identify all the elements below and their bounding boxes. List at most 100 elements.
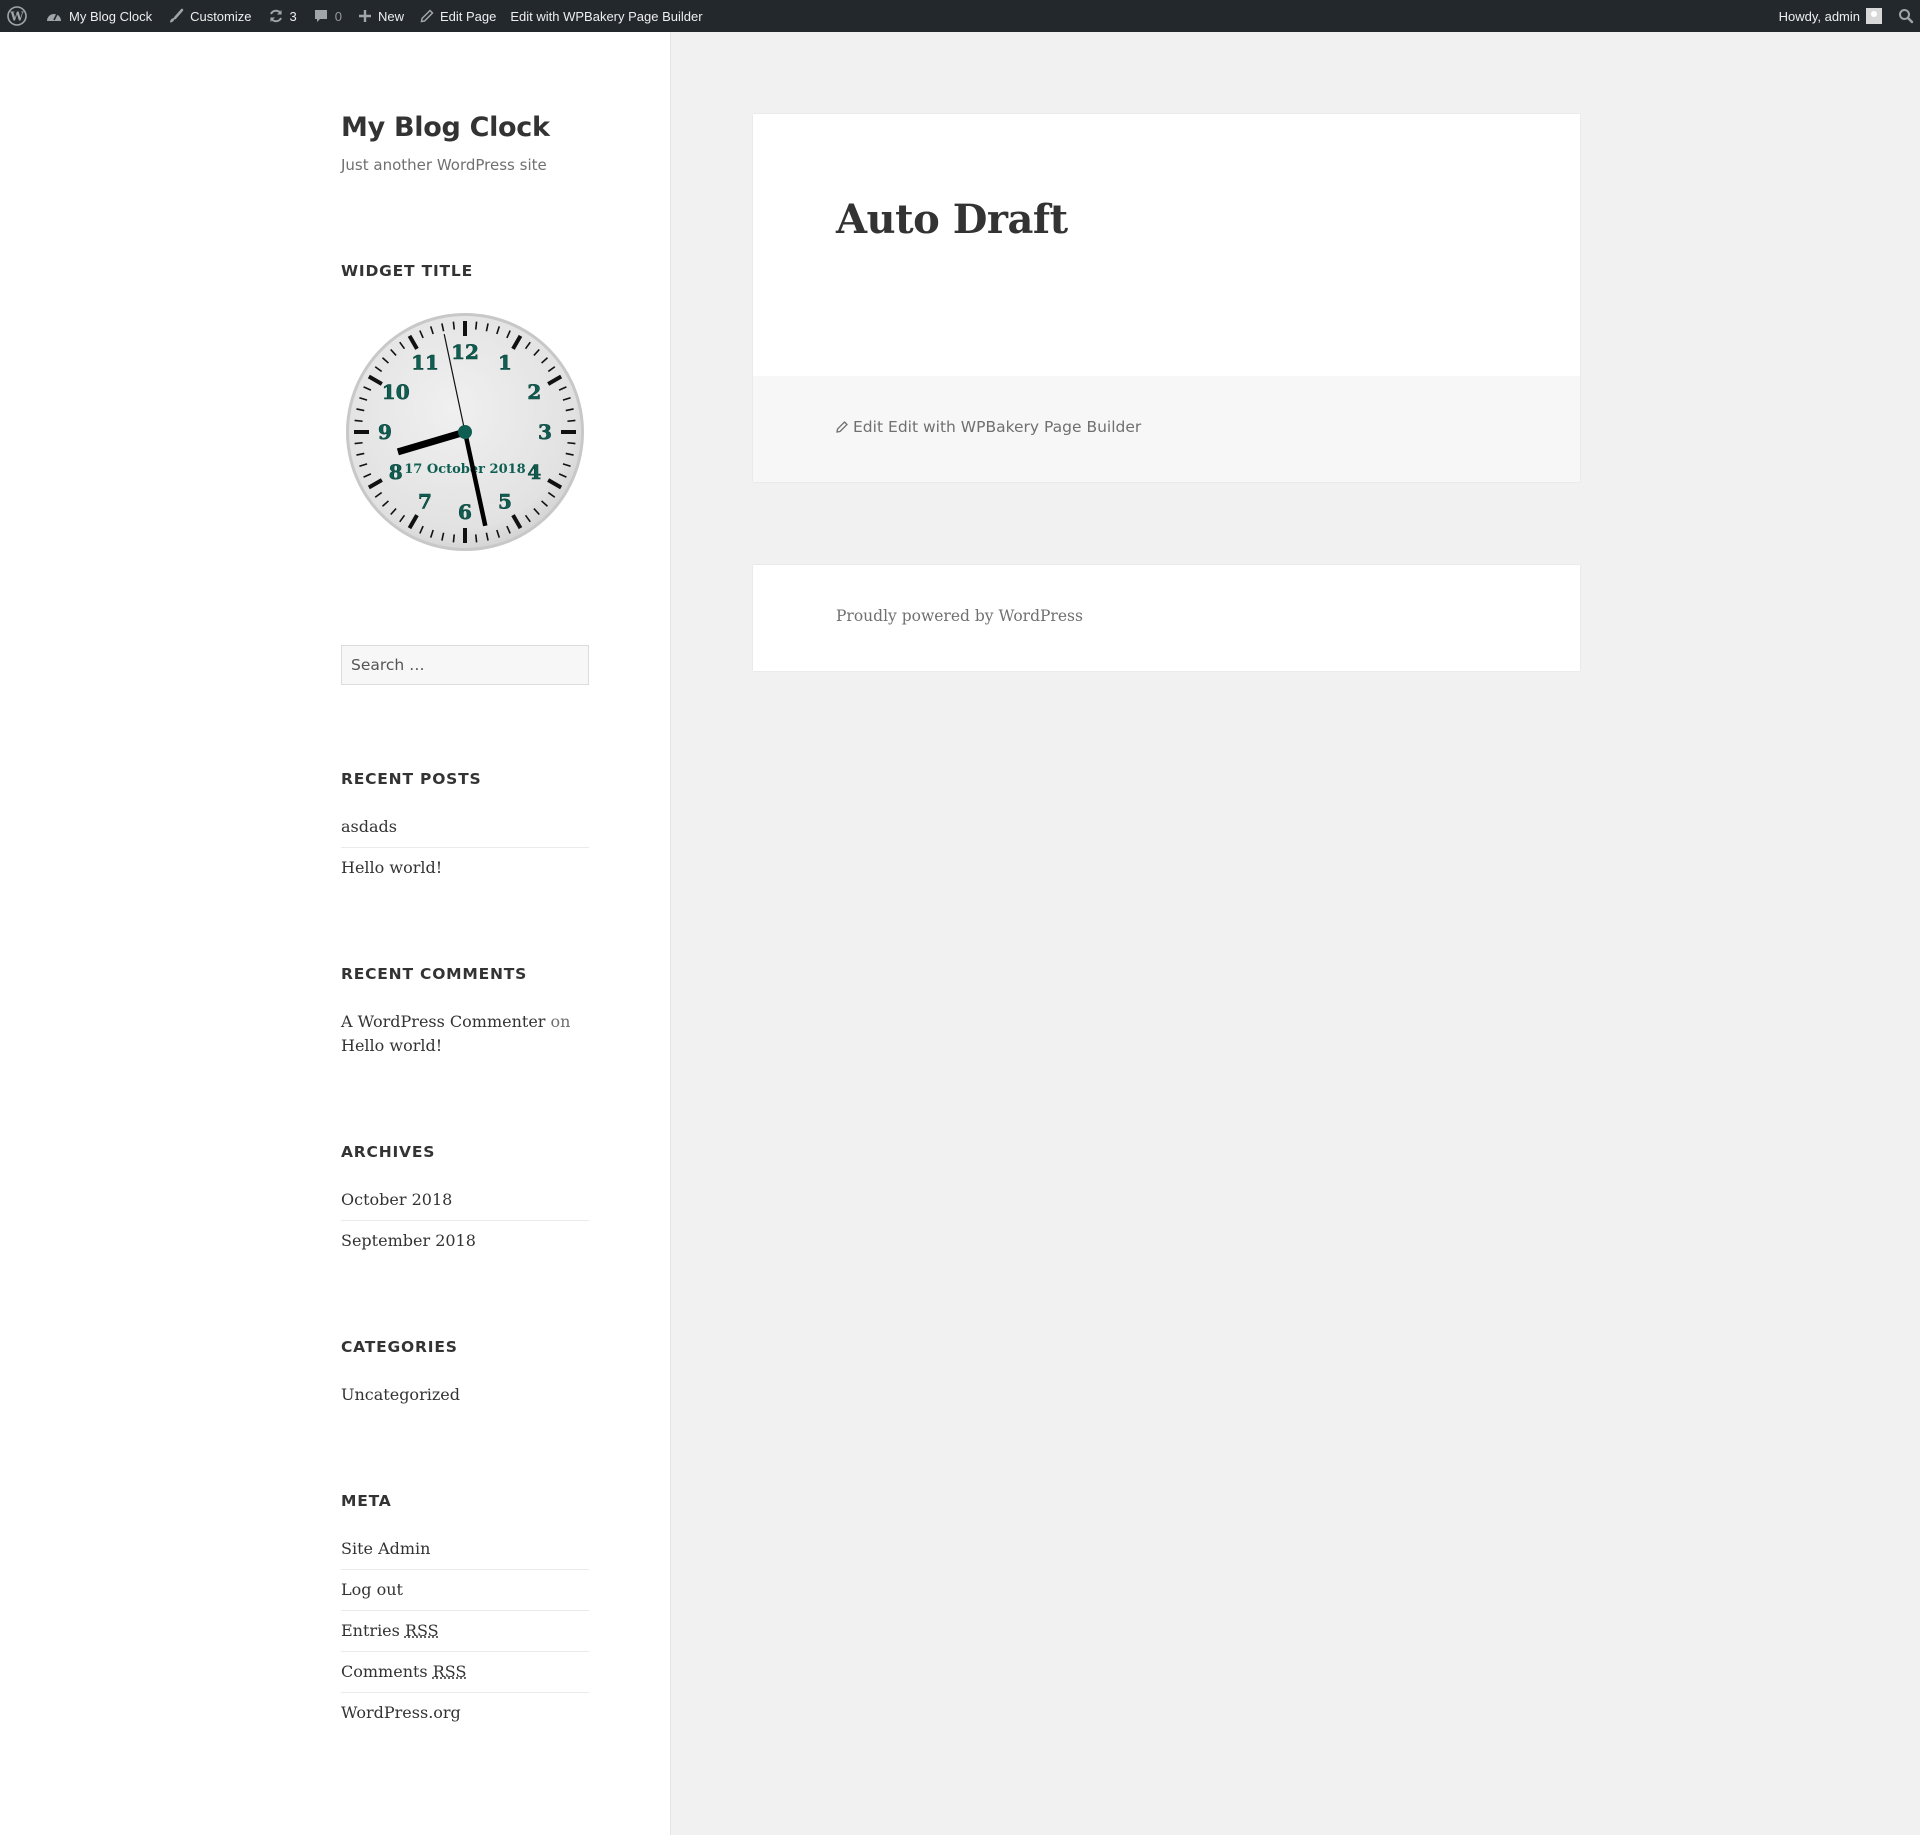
list-item: October 2018	[341, 1180, 589, 1220]
customize-link[interactable]: Customize	[160, 0, 259, 32]
clock-numeral: 7	[418, 489, 432, 513]
search-input[interactable]	[341, 645, 589, 685]
comments-rss-link[interactable]: Comments RSS	[341, 1662, 466, 1681]
new-label: New	[377, 8, 404, 24]
howdy-label: Howdy, admin	[1778, 8, 1860, 24]
comment-on-label: on	[550, 1012, 571, 1031]
paintbrush-icon	[168, 8, 184, 24]
archives-title: Archives	[341, 1143, 436, 1161]
comment-post-link[interactable]: Hello world!	[341, 1036, 442, 1055]
clock-numeral: 5	[498, 489, 512, 513]
category-link[interactable]: Uncategorized	[341, 1385, 460, 1404]
edit-page-link[interactable]: Edit Page	[412, 0, 504, 32]
list-item: Uncategorized	[341, 1375, 589, 1415]
rss-abbr: RSS	[404, 1621, 439, 1640]
site-description: Just another WordPress site	[341, 156, 547, 174]
clock-minute-tick	[354, 419, 363, 423]
clock-minute-tick	[567, 441, 576, 445]
comments-label: Comments	[341, 1662, 428, 1681]
admin-bar: W My Blog Clock Customize 3 0 New Edit P…	[0, 0, 1920, 32]
edit-link[interactable]: Edit	[853, 418, 883, 436]
meta-title: Meta	[341, 1492, 392, 1510]
wordpress-logo-menu[interactable]: W	[0, 0, 37, 32]
list-item: Hello world!	[341, 847, 589, 888]
clock-minute-tick	[354, 441, 363, 445]
clock-numeral: 12	[451, 340, 479, 364]
clock-numeral: 8	[389, 460, 403, 484]
clock-numeral: 4	[527, 460, 541, 484]
rss-abbr: RSS	[432, 1662, 467, 1681]
clock-center-cap	[458, 425, 472, 439]
site-footer: Proudly powered by WordPress	[753, 565, 1580, 671]
list-item: Site Admin	[341, 1529, 589, 1569]
meta-list: Site Admin Log out Entries RSS Comments …	[341, 1529, 589, 1733]
updates-link[interactable]: 3	[260, 0, 305, 32]
clock-widget-title: Widget Title	[341, 262, 473, 280]
edit-page-label: Edit Page	[439, 8, 497, 24]
comments-link[interactable]: 0	[305, 0, 350, 32]
avatar	[1866, 8, 1882, 24]
comment-bubble-icon	[313, 8, 329, 24]
entry-title: Auto Draft	[836, 196, 1068, 243]
clock-minute-tick	[452, 321, 456, 330]
list-item: asdads	[341, 807, 589, 847]
clock-minute-tick	[452, 534, 456, 543]
list-item: Comments RSS	[341, 1651, 589, 1692]
recent-post-link[interactable]: asdads	[341, 817, 397, 836]
clock-minute-tick	[474, 534, 478, 543]
list-item: Entries RSS	[341, 1610, 589, 1651]
recent-comments-title: Recent Comments	[341, 965, 528, 983]
clock-minute-tick	[474, 321, 478, 330]
clock-numeral: 11	[411, 351, 439, 375]
adminbar-search[interactable]	[1888, 0, 1920, 32]
dashboard-icon	[45, 8, 63, 24]
customize-label: Customize	[190, 8, 252, 24]
edit-links: Edit Edit with WPBakery Page Builder	[836, 418, 1141, 436]
search-icon	[1898, 8, 1914, 24]
plus-icon	[358, 9, 372, 23]
comments-count: 0	[334, 8, 342, 24]
log-out-link[interactable]: Log out	[341, 1580, 403, 1599]
archives-list: October 2018 September 2018	[341, 1180, 589, 1261]
sidebar: My Blog Clock Just another WordPress sit…	[0, 32, 671, 1835]
site-title[interactable]: My Blog Clock	[341, 112, 550, 143]
list-item: September 2018	[341, 1220, 589, 1261]
svg-text:W: W	[9, 10, 24, 24]
categories-title: Categories	[341, 1338, 458, 1356]
list-item: WordPress.org	[341, 1692, 589, 1733]
new-content-menu[interactable]: New	[350, 0, 412, 32]
wpbakery-edit-link[interactable]: Edit with WPBakery Page Builder	[888, 418, 1141, 436]
wpbakery-label: Edit with WPBakery Page Builder	[510, 8, 703, 24]
entry-footer: Edit Edit with WPBakery Page Builder	[753, 376, 1580, 482]
entries-rss-link[interactable]: Entries RSS	[341, 1621, 439, 1640]
clock-date: 17 October 2018	[404, 462, 525, 477]
updates-count: 3	[289, 8, 297, 24]
entries-label: Entries	[341, 1621, 400, 1640]
site-name-label: My Blog Clock	[69, 8, 153, 24]
categories-list: Uncategorized	[341, 1375, 589, 1415]
clock-numeral: 10	[382, 380, 410, 404]
clock-numeral: 9	[378, 420, 392, 444]
recent-comment-item: A WordPress Commenter on Hello world!	[341, 1010, 589, 1058]
clock-numeral: 3	[538, 420, 552, 444]
wordpress-org-link[interactable]: WordPress.org	[341, 1703, 461, 1722]
my-account-menu[interactable]: Howdy, admin	[1771, 0, 1888, 32]
archive-link[interactable]: October 2018	[341, 1190, 452, 1209]
site-name-menu[interactable]: My Blog Clock	[37, 0, 160, 32]
article-card: Auto Draft Edit Edit with WPBakery Page …	[753, 114, 1580, 482]
clock-minute-tick	[567, 419, 576, 423]
wpbakery-link[interactable]: Edit with WPBakery Page Builder	[504, 0, 710, 32]
recent-posts-title: Recent Posts	[341, 770, 482, 788]
comment-author-link[interactable]: A WordPress Commenter	[341, 1012, 545, 1031]
recent-post-link[interactable]: Hello world!	[341, 858, 442, 877]
pencil-icon	[420, 9, 434, 23]
powered-by-link[interactable]: Proudly powered by WordPress	[836, 607, 1083, 625]
wordpress-logo-icon: W	[7, 6, 27, 26]
clock-numeral: 1	[498, 351, 512, 375]
updates-icon	[268, 8, 284, 24]
recent-posts-list: asdads Hello world!	[341, 807, 589, 888]
pencil-icon	[836, 421, 848, 433]
site-admin-link[interactable]: Site Admin	[341, 1539, 430, 1558]
archive-link[interactable]: September 2018	[341, 1231, 476, 1250]
list-item: Log out	[341, 1569, 589, 1610]
